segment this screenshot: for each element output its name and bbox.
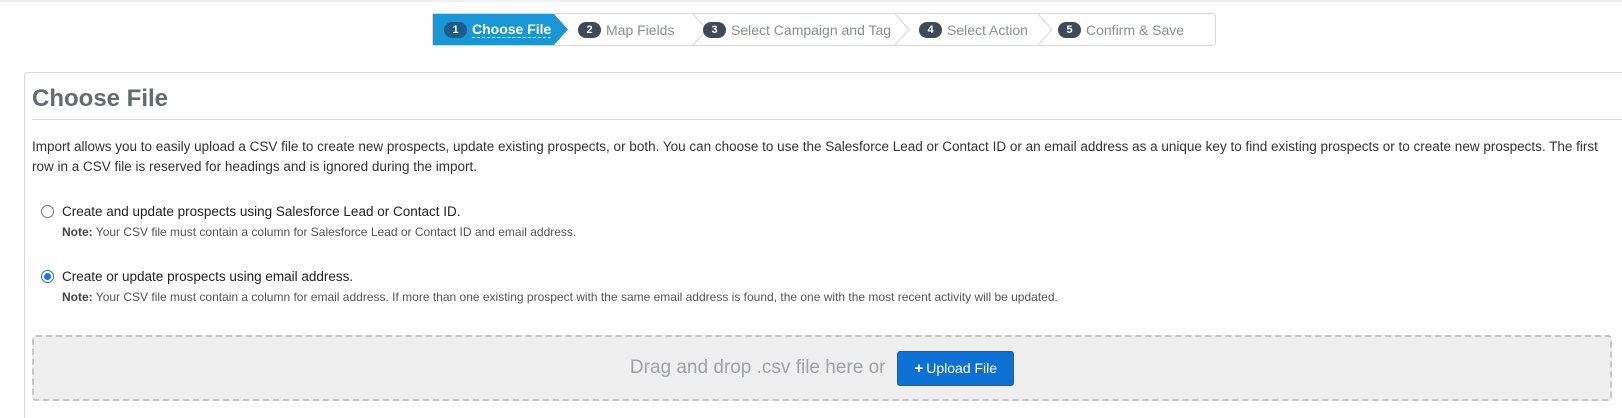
note-text: Your CSV file must contain a column for … [95,290,1058,304]
option-label: Create or update prospects using email a… [62,269,354,284]
option-email-address: Create or update prospects using email a… [41,269,1058,304]
step-label: Select Action [947,21,1028,38]
option-note: Note: Your CSV file must contain a colum… [62,225,576,239]
import-wizard-steps: 1 Choose File 2 Map Fields 3 Select Camp… [432,13,1216,46]
wizard-step-select-campaign-and-tag[interactable]: 3 Select Campaign and Tag [691,14,891,45]
step-number-badge: 4 [919,21,942,38]
note-prefix: Note: [62,290,93,304]
step-number-badge: 1 [444,22,467,38]
note-text: Your CSV file must contain a column for … [95,225,577,239]
step-label: Choose File [472,20,552,37]
note-prefix: Note: [62,225,93,239]
wizard-step-confirm-and-save[interactable]: 5 Confirm & Save [1046,14,1184,45]
wizard-step-choose-file[interactable]: 1 Choose File [433,14,568,45]
option-label: Create and update prospects using Salesf… [62,204,461,219]
radio-salesforce-id[interactable] [41,205,54,218]
step-number-badge: 5 [1058,21,1081,38]
step-label: Select Campaign and Tag [731,21,892,38]
radio-email-address[interactable] [41,270,54,283]
step-label: Confirm & Save [1086,21,1185,38]
step-label: Map Fields [606,21,675,38]
upload-button-label: Upload File [926,360,998,376]
step-number-badge: 3 [703,21,726,38]
option-salesforce-id: Create and update prospects using Salesf… [41,204,576,239]
wizard-step-map-fields[interactable]: 2 Map Fields [566,14,674,45]
page-title: Choose File [32,85,169,112]
wizard-step-select-action[interactable]: 4 Select Action [907,14,1028,45]
import-description: Import allows you to easily upload a CSV… [32,139,1598,174]
plus-icon: + [914,359,924,377]
top-border [0,0,1622,2]
csv-dropzone[interactable]: Drag and drop .csv file here or + Upload… [32,335,1612,401]
option-note: Note: Your CSV file must contain a colum… [62,290,1058,304]
choose-file-panel: Choose File Import allows you to easily … [24,72,1622,418]
step-number-badge: 2 [578,21,601,38]
dropzone-text: Drag and drop .csv file here or [629,357,886,378]
title-divider [32,119,1622,120]
upload-file-button[interactable]: + Upload File [897,350,1015,386]
